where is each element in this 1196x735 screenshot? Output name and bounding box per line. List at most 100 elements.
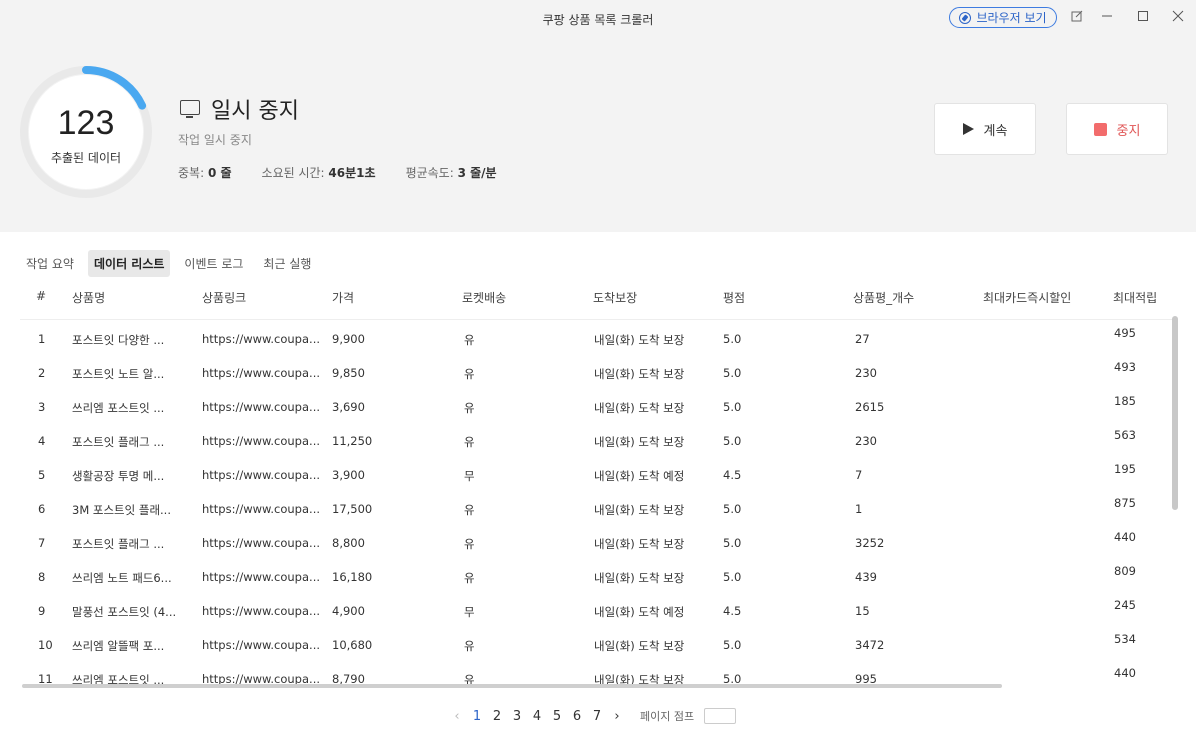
col-header-max-card-discount[interactable]: 최대카드즉시할인 <box>983 289 1071 306</box>
cell-product-link: https://www.coupa... <box>202 468 320 482</box>
col-header-price[interactable]: 가격 <box>332 289 354 306</box>
tab-data-list[interactable]: 데이터 리스트 <box>87 250 171 277</box>
cell-product-name: 포스트잇 다양한 ... <box>72 333 165 347</box>
tab-summary[interactable]: 작업 요약 <box>20 250 80 277</box>
cell-arrival-guarantee: 내일(화) 도착 보장 <box>594 503 685 517</box>
extracted-count: 123 <box>57 104 115 142</box>
cell-max-reward: 495 <box>1114 326 1136 340</box>
progress-ring: 123 추출된 데이터 <box>18 64 154 200</box>
col-header-product-link[interactable]: 상품링크 <box>202 289 246 306</box>
col-header-product-name[interactable]: 상품명 <box>72 289 105 306</box>
pagination: ‹ 1 2 3 4 5 6 7 › 페이지 점프 <box>452 708 737 724</box>
cell-product-name: 쓰리엠 포스트잇 ... <box>72 401 165 415</box>
col-header-rocket-delivery[interactable]: 로켓배송 <box>462 289 506 306</box>
cell-price: 17,500 <box>332 502 373 516</box>
header-panel: 쿠팡 상품 목록 크롤러 브라우저 보기 123 추출된 데이터 일시 중지 작… <box>0 0 1196 232</box>
page-jump-input[interactable] <box>704 708 737 724</box>
close-icon[interactable] <box>1169 7 1187 25</box>
vertical-scrollbar[interactable] <box>1172 316 1178 510</box>
table-row[interactable]: 6 3M 포스트잇 플래... https://www.coupa... 17,500… <box>0 496 1196 530</box>
cell-product-link: https://www.coupa... <box>202 604 320 618</box>
maximize-icon[interactable] <box>1134 7 1152 25</box>
browser-view-button[interactable]: 브라우저 보기 <box>949 7 1057 28</box>
page-2[interactable]: 2 <box>492 709 502 724</box>
page-7[interactable]: 7 <box>592 709 602 724</box>
cell-index: 6 <box>38 502 46 516</box>
cell-product-name: 포스트잇 플래그 ... <box>72 537 165 551</box>
tab-recent-runs[interactable]: 최근 실행 <box>257 250 317 277</box>
monitor-icon <box>180 100 200 118</box>
col-header-max-reward[interactable]: 최대적립 <box>1113 289 1157 306</box>
col-header-index[interactable]: # <box>36 289 46 303</box>
cell-max-reward: 185 <box>1114 394 1136 408</box>
cell-rocket-delivery: 유 <box>464 503 475 517</box>
status-subtitle: 작업 일시 중지 <box>178 133 252 147</box>
cell-rating: 4.5 <box>723 604 742 618</box>
cell-max-reward: 440 <box>1114 530 1136 544</box>
prev-page-button[interactable]: ‹ <box>452 709 462 724</box>
cell-index: 8 <box>38 570 46 584</box>
play-icon <box>962 123 974 135</box>
cell-price: 11,250 <box>332 434 373 448</box>
table-row[interactable]: 9 말풍선 포스트잇 (4... https://www.coupa... 4,900… <box>0 598 1196 632</box>
minimize-icon[interactable] <box>1098 7 1116 25</box>
cell-index: 9 <box>38 604 46 618</box>
cell-product-name: 3M 포스트잇 플래... <box>72 503 171 517</box>
tab-bar: 작업 요약 데이터 리스트 이벤트 로그 최근 실행 <box>20 250 317 277</box>
stop-icon <box>1093 122 1107 136</box>
cell-rating: 5.0 <box>723 434 742 448</box>
cell-max-reward: 195 <box>1114 462 1136 476</box>
col-header-rating[interactable]: 평점 <box>723 289 745 306</box>
cell-max-reward: 245 <box>1114 598 1136 612</box>
cell-arrival-guarantee: 내일(화) 도착 보장 <box>594 435 685 449</box>
cell-index: 3 <box>38 400 46 414</box>
page-1[interactable]: 1 <box>472 709 482 724</box>
next-page-button[interactable]: › <box>612 709 622 724</box>
cell-product-link: https://www.coupa... <box>202 366 320 380</box>
cell-index: 4 <box>38 434 46 448</box>
cell-product-link: https://www.coupa... <box>202 536 320 550</box>
cell-product-name: 말풍선 포스트잇 (4... <box>72 605 177 619</box>
table-row[interactable]: 5 생활공장 투명 메... https://www.coupa... 3,900 무 내… <box>0 462 1196 496</box>
cell-price: 3,900 <box>332 468 365 482</box>
cell-rocket-delivery: 유 <box>464 367 475 381</box>
col-header-arrival-guarantee[interactable]: 도착보장 <box>593 289 637 306</box>
cell-review-count: 27 <box>855 332 870 346</box>
extracted-count-label: 추출된 데이터 <box>50 151 122 165</box>
horizontal-scrollbar[interactable] <box>22 684 1002 688</box>
table-row[interactable]: 4 포스트잇 플래그 ... https://www.coupa... 11,250 유… <box>0 428 1196 462</box>
page-5[interactable]: 5 <box>552 709 562 724</box>
cell-rocket-delivery: 유 <box>464 401 475 415</box>
cell-product-link: https://www.coupa... <box>202 502 320 516</box>
table-header: # 상품명 상품링크 가격 로켓배송 도착보장 평점 상품평_개수 최대카드즉시… <box>0 289 1196 319</box>
cell-arrival-guarantee: 내일(화) 도착 보장 <box>594 401 685 415</box>
table-row[interactable]: 8 쓰리엠 노트 패드6... https://www.coupa... 16,180… <box>0 564 1196 598</box>
stop-button[interactable]: 중지 <box>1066 103 1168 155</box>
table-row[interactable]: 1 포스트잇 다양한 ... https://www.coupa... 9,900 유 내… <box>0 326 1196 360</box>
page-jump-label: 페이지 점프 <box>640 710 695 723</box>
edit-icon[interactable] <box>1068 7 1086 25</box>
table-row[interactable]: 10 쓰리엠 알뜰팩 포... https://www.coupa... 10,680… <box>0 632 1196 666</box>
cell-max-reward: 563 <box>1114 428 1136 442</box>
table-row[interactable]: 11 쓰리엠 포스트잇 ... https://www.coupa... 8,790 유… <box>0 666 1196 700</box>
tab-event-log[interactable]: 이벤트 로그 <box>178 250 249 277</box>
page-6[interactable]: 6 <box>572 709 582 724</box>
cell-review-count: 7 <box>855 468 863 482</box>
col-header-review-count[interactable]: 상품평_개수 <box>853 289 914 306</box>
cell-review-count: 1 <box>855 502 863 516</box>
cell-max-reward: 534 <box>1114 632 1136 646</box>
cell-product-link: https://www.coupa... <box>202 638 320 652</box>
cell-rating: 5.0 <box>723 400 742 414</box>
cell-arrival-guarantee: 내일(화) 도착 보장 <box>594 333 685 347</box>
cell-max-reward: 440 <box>1114 666 1136 680</box>
table-row[interactable]: 3 쓰리엠 포스트잇 ... https://www.coupa... 3,690 유 내… <box>0 394 1196 428</box>
cell-rocket-delivery: 유 <box>464 537 475 551</box>
table-row[interactable]: 2 포스트잇 노트 알... https://www.coupa... 9,850 유 내… <box>0 360 1196 394</box>
cell-price: 10,680 <box>332 638 373 652</box>
page-4[interactable]: 4 <box>532 709 542 724</box>
page-3[interactable]: 3 <box>512 709 522 724</box>
cell-rating: 4.5 <box>723 468 742 482</box>
table-row[interactable]: 7 포스트잇 플래그 ... https://www.coupa... 8,800 유 내… <box>0 530 1196 564</box>
continue-button[interactable]: 계속 <box>934 103 1036 155</box>
cell-rating: 5.0 <box>723 536 742 550</box>
